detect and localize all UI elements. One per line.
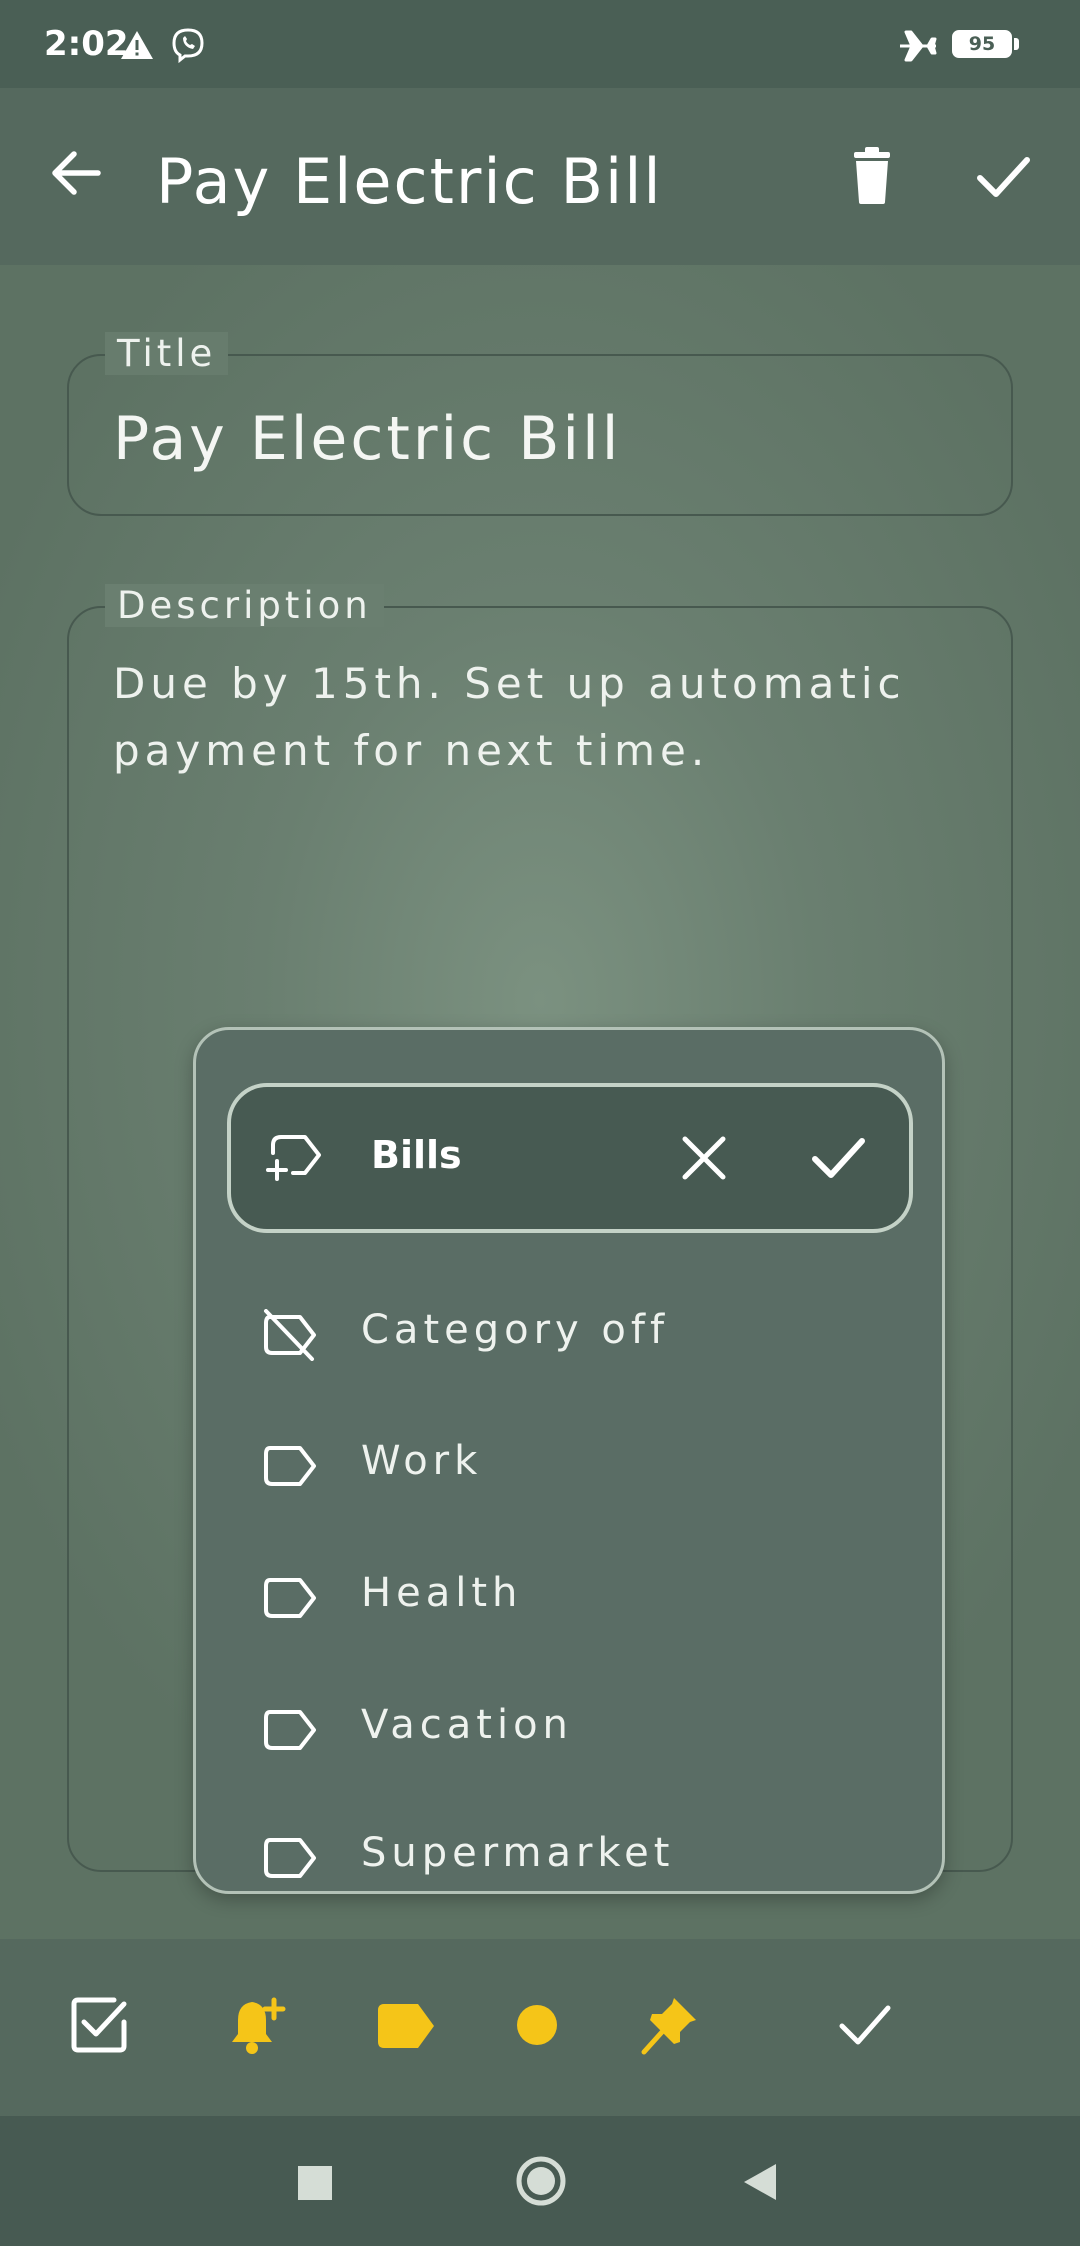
category-item-label: Vacation (361, 1702, 573, 1748)
done-button[interactable] (836, 1996, 894, 2054)
page-title: Pay Electric Bill (156, 145, 663, 218)
category-item-vacation[interactable]: Vacation (196, 1662, 942, 1794)
pin-button[interactable] (640, 1996, 698, 2056)
add-reminder-icon (232, 1997, 286, 2054)
battery-level-text: 95 (968, 33, 996, 55)
checkmark-icon (839, 2005, 891, 2045)
battery-icon: 95 (952, 30, 1020, 60)
add-reminder-button[interactable] (226, 1996, 288, 2056)
warning-icon (120, 30, 154, 60)
category-item-supermarket[interactable]: Supermarket (196, 1790, 942, 1891)
category-item-label: Category off (361, 1307, 670, 1353)
add-label-icon (265, 1129, 325, 1181)
description-input-value[interactable]: Due by 15th. Set up automatic payment fo… (113, 650, 973, 784)
title-input-value[interactable]: Pay Electric Bill (113, 404, 621, 474)
label-icon (262, 1440, 318, 1492)
checklist-icon (71, 1997, 127, 2053)
color-button[interactable] (514, 1996, 560, 2048)
category-item-label: Health (361, 1570, 523, 1616)
checkmark-icon (812, 1138, 865, 1178)
recents-square-icon[interactable] (298, 2166, 332, 2200)
title-field[interactable]: Title Pay Electric Bill (67, 332, 1013, 516)
back-arrow-icon (52, 151, 101, 195)
category-item-work[interactable]: Work (196, 1398, 942, 1530)
checklist-button[interactable] (70, 1996, 128, 2054)
category-button[interactable] (378, 1996, 436, 2048)
category-input-value[interactable]: Bills (371, 1133, 462, 1177)
description-field-label: Description (105, 584, 384, 627)
color-dot-icon (517, 2005, 557, 2045)
category-tag-icon (378, 2004, 434, 2048)
category-item-label: Work (361, 1438, 483, 1484)
back-triangle-icon[interactable] (742, 2162, 778, 2202)
clear-category-button[interactable] (671, 1125, 737, 1191)
close-icon (682, 1136, 726, 1180)
label-icon (262, 1572, 318, 1624)
trash-icon (854, 147, 890, 204)
home-circle-icon[interactable] (514, 2154, 568, 2208)
airplane-mode-icon (898, 28, 938, 64)
back-button[interactable] (44, 140, 110, 206)
title-field-label: Title (105, 332, 229, 375)
category-input[interactable]: Bills (227, 1083, 913, 1233)
category-popup: Bills Category off Work Health Vacation (193, 1027, 945, 1894)
label-icon (262, 1704, 318, 1756)
category-item-label: Supermarket (361, 1830, 675, 1876)
label-icon (262, 1832, 318, 1884)
status-time: 2:02 (44, 24, 129, 64)
category-item-off[interactable]: Category off (196, 1267, 942, 1399)
pin-icon (641, 1998, 696, 2055)
label-off-icon (262, 1309, 318, 1361)
save-button[interactable] (970, 144, 1036, 210)
confirm-category-button[interactable] (805, 1125, 871, 1191)
category-item-health[interactable]: Health (196, 1530, 942, 1662)
delete-button[interactable] (840, 144, 904, 208)
viber-icon (170, 27, 206, 63)
checkmark-icon (977, 157, 1030, 197)
